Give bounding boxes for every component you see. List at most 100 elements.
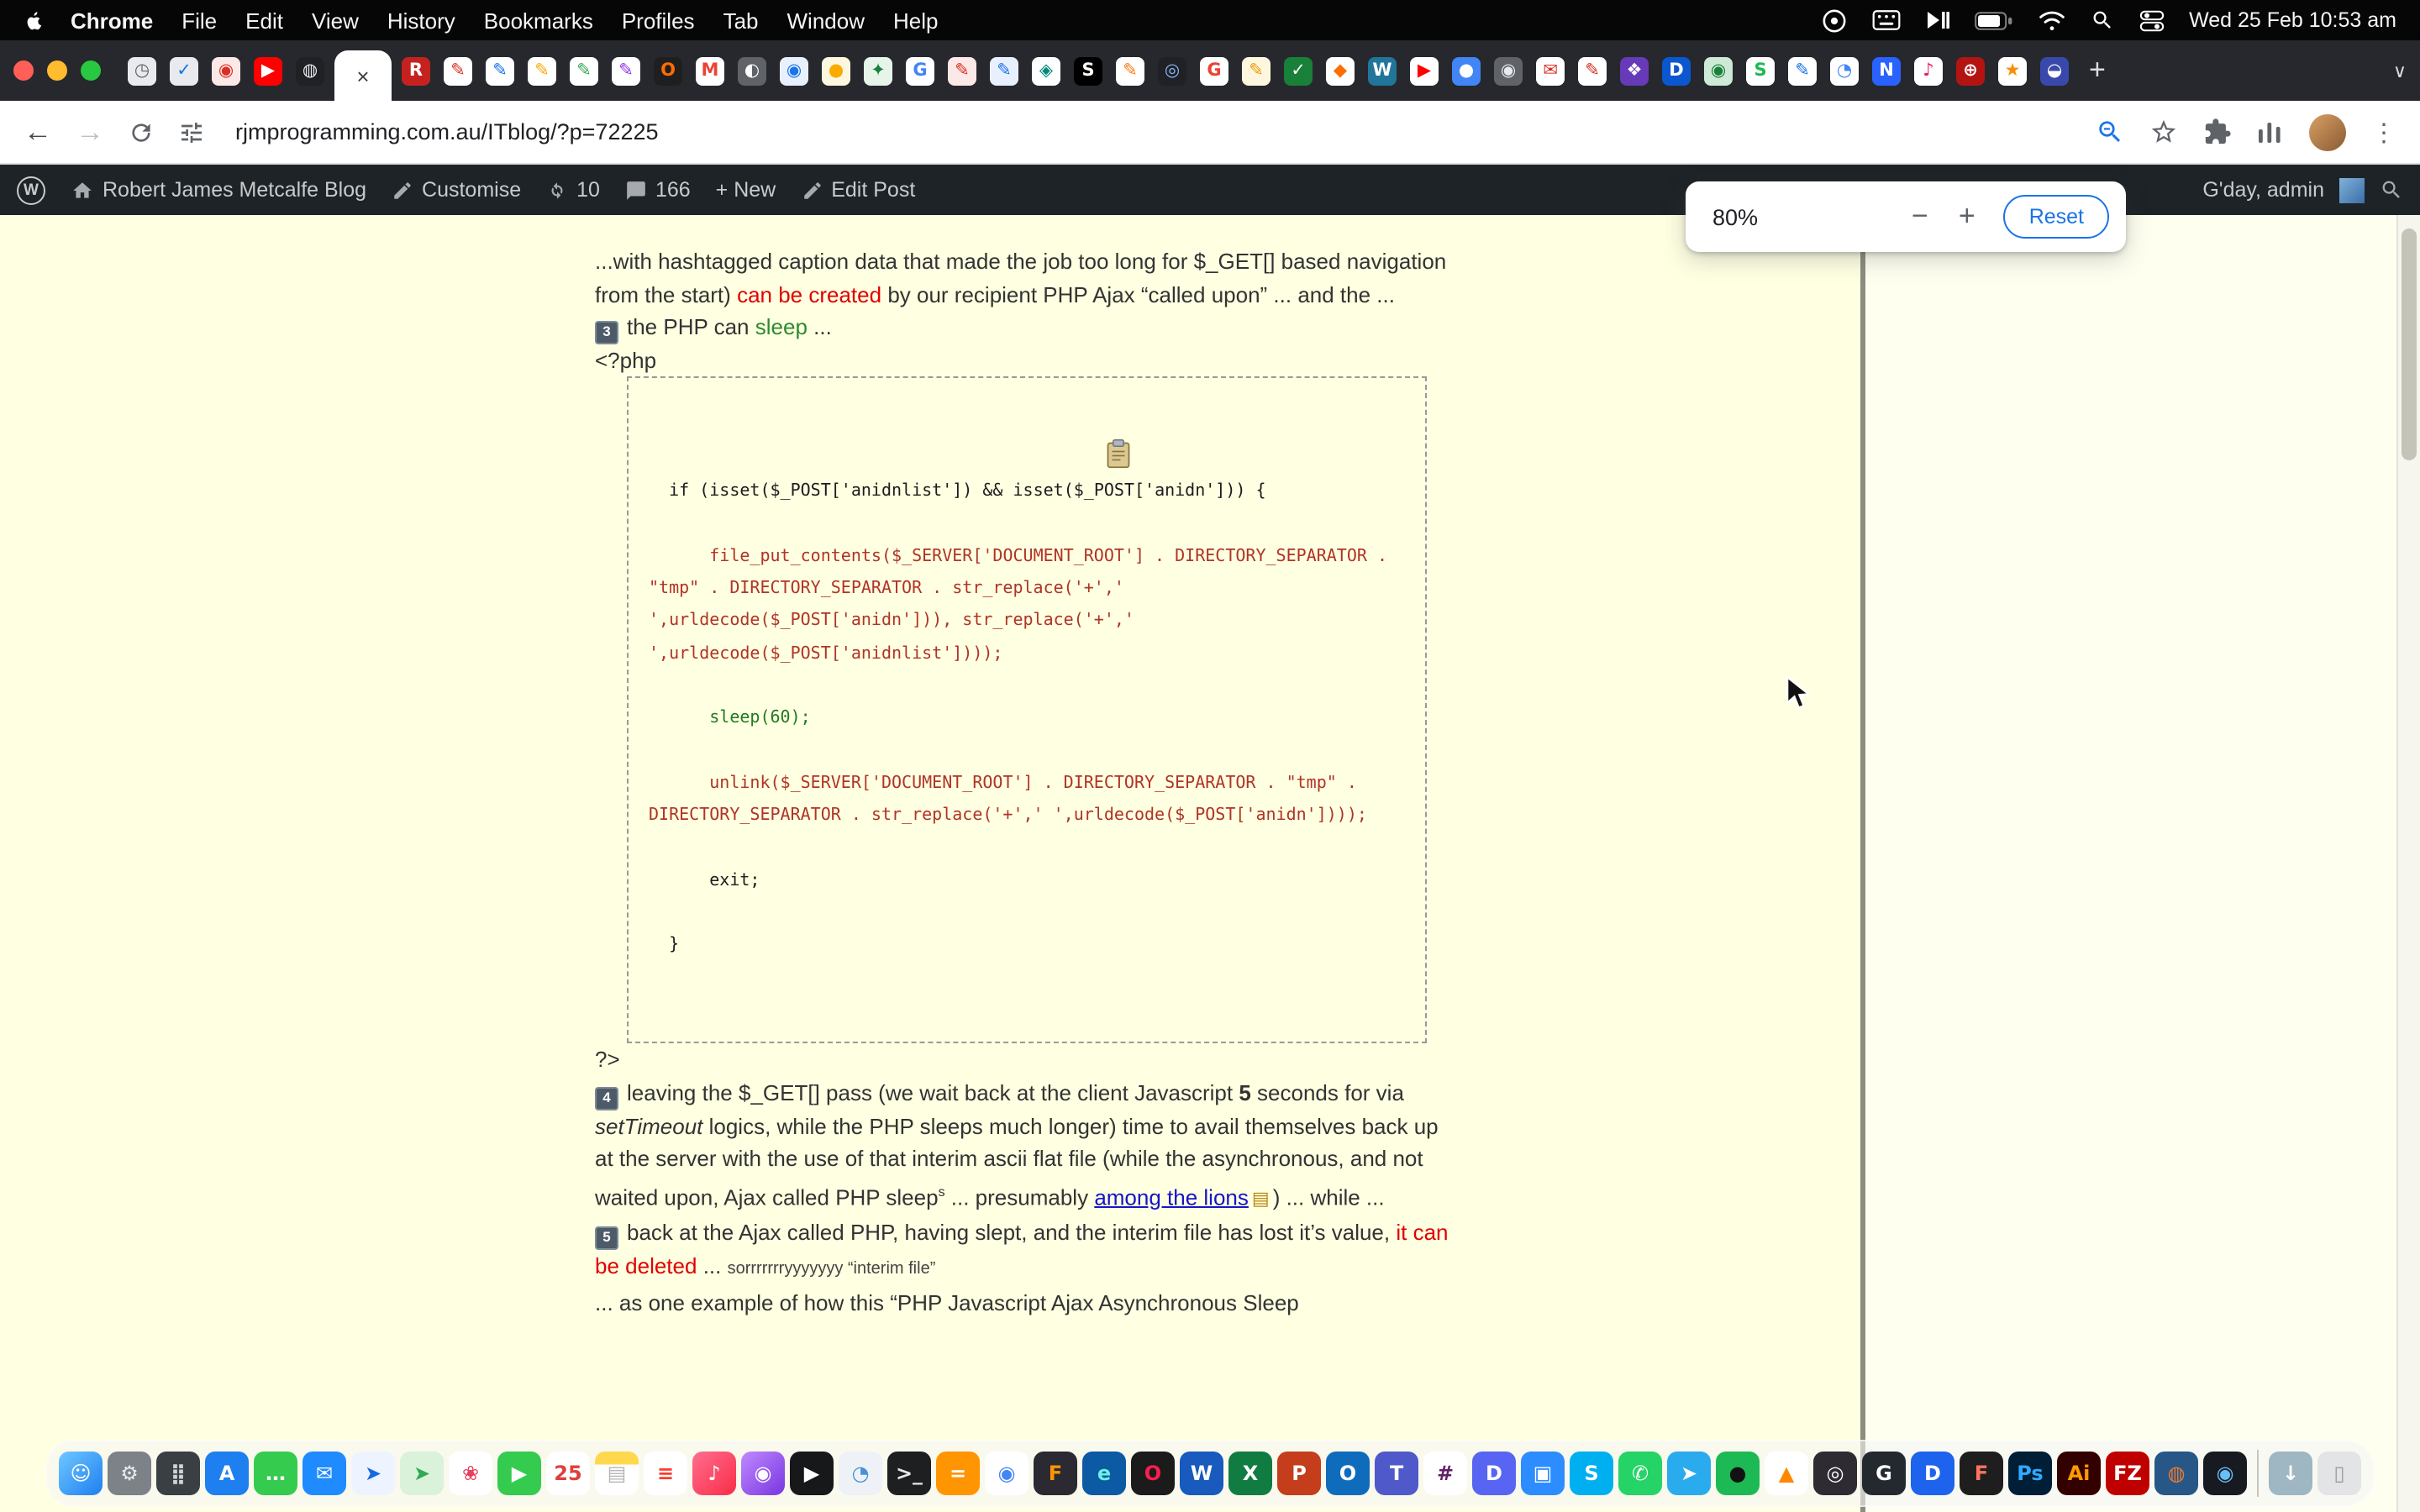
dock-separator[interactable] — [2257, 1450, 2259, 1497]
dock-firefox[interactable]: F — [1034, 1452, 1077, 1495]
minimize-window-button[interactable] — [47, 60, 67, 81]
browser-tab[interactable]: M — [696, 56, 724, 85]
admin-bar-site-name[interactable]: Robert James Metcalfe Blog — [71, 178, 366, 202]
browser-tab[interactable]: ✎ — [1116, 56, 1144, 85]
browser-tab[interactable]: ◆ — [1326, 56, 1355, 85]
browser-tab[interactable]: ◈ — [1032, 56, 1060, 85]
dock-blender[interactable]: ◍ — [2154, 1452, 2198, 1495]
media-controls-icon[interactable] — [2257, 120, 2284, 144]
close-tab-icon[interactable]: × — [356, 63, 369, 88]
back-button[interactable]: ← — [24, 115, 52, 149]
dock-excel[interactable]: X — [1228, 1452, 1272, 1495]
browser-tab[interactable]: S — [1746, 56, 1775, 85]
dock-filezilla[interactable]: FZ — [2106, 1452, 2149, 1495]
bookmark-star-icon[interactable] — [2149, 118, 2178, 146]
browser-tab[interactable]: ✎ — [528, 56, 556, 85]
admin-bar-new[interactable]: + New — [716, 178, 776, 202]
tab-search-chevron-icon[interactable]: ∨ — [2393, 60, 2407, 81]
dock-tv[interactable]: ▶ — [790, 1452, 834, 1495]
close-window-button[interactable] — [13, 60, 34, 81]
fullscreen-window-button[interactable] — [81, 60, 101, 81]
dock-notes[interactable]: ▤ — [595, 1452, 639, 1495]
browser-tab[interactable]: ✉ — [1536, 56, 1565, 85]
dock-whatsapp[interactable]: ✆ — [1618, 1452, 1662, 1495]
browser-tab[interactable]: O — [654, 56, 682, 85]
browser-tab[interactable]: ✎ — [612, 56, 640, 85]
site-settings-tune-icon[interactable] — [178, 118, 205, 145]
admin-bar-updates[interactable]: 10 — [546, 178, 600, 202]
dock-obs[interactable]: ◎ — [1813, 1452, 1857, 1495]
browser-tab[interactable]: ✎ — [1578, 56, 1607, 85]
status-menu-icon[interactable] — [1821, 8, 1846, 33]
browser-tab[interactable]: ◉ — [1494, 56, 1523, 85]
browser-tab[interactable]: ◍ — [296, 56, 324, 85]
browser-tab[interactable]: ● — [1452, 56, 1481, 85]
browser-tab[interactable]: ✎ — [990, 56, 1018, 85]
dock-skype[interactable]: S — [1570, 1452, 1613, 1495]
dock-telegram[interactable]: ➤ — [1667, 1452, 1711, 1495]
dock-downloads[interactable]: ↓ — [2269, 1452, 2312, 1495]
admin-search-icon[interactable] — [2380, 178, 2403, 202]
browser-tab[interactable]: ✎ — [948, 56, 976, 85]
browser-tab[interactable]: ● — [822, 56, 850, 85]
browser-tab[interactable]: ✓ — [170, 56, 198, 85]
browser-tab[interactable]: ◒ — [2040, 56, 2069, 85]
browser-tab[interactable]: R — [402, 56, 430, 85]
browser-tab[interactable]: ◔ — [1830, 56, 1859, 85]
menu-item[interactable]: Window — [787, 8, 865, 33]
menu-item[interactable]: Help — [893, 8, 939, 33]
browser-tab[interactable]: ▶ — [254, 56, 282, 85]
menu-item[interactable]: Tab — [723, 8, 759, 33]
admin-bar-comments[interactable]: 166 — [625, 178, 691, 202]
dock-mail[interactable]: ✉ — [302, 1452, 346, 1495]
dock-outlook[interactable]: O — [1326, 1452, 1370, 1495]
dock-zoom[interactable]: ▣ — [1521, 1452, 1565, 1495]
spotlight-search-icon[interactable] — [2090, 8, 2113, 32]
admin-bar-customise[interactable]: Customise — [392, 178, 521, 202]
browser-tab[interactable]: ⊕ — [1956, 56, 1985, 85]
browser-tab[interactable]: ✎ — [570, 56, 598, 85]
dock-calendar[interactable]: 25 — [546, 1452, 590, 1495]
apple-menu-icon[interactable] — [24, 8, 44, 32]
zoom-reset-button[interactable]: Reset — [2004, 195, 2109, 239]
dock-discord[interactable]: D — [1472, 1452, 1516, 1495]
menu-item[interactable]: File — [182, 8, 217, 33]
new-tab-button[interactable]: + — [2089, 54, 2106, 87]
address-bar[interactable]: rjmprogramming.com.au/ITblog/?p=72225 — [235, 119, 659, 144]
menu-item[interactable]: History — [387, 8, 455, 33]
greeting-label[interactable]: G'day, admin — [2202, 178, 2324, 202]
dock-photoshop[interactable]: Ps — [2008, 1452, 2052, 1495]
dock-vlc[interactable]: ▲ — [1765, 1452, 1808, 1495]
browser-tab[interactable]: ◎ — [1158, 56, 1186, 85]
dock-safari[interactable]: ➤ — [351, 1452, 395, 1495]
browser-tab[interactable]: ✓ — [1284, 56, 1313, 85]
scrollbar-thumb[interactable] — [2402, 228, 2417, 460]
dock-messages[interactable]: … — [254, 1452, 297, 1495]
browser-tab[interactable]: ✎ — [486, 56, 514, 85]
play-pause-icon[interactable] — [1925, 10, 1949, 30]
browser-tab[interactable]: S — [1074, 56, 1102, 85]
browser-tab[interactable]: W — [1368, 56, 1397, 85]
keyboard-input-icon[interactable] — [1871, 10, 1900, 30]
browser-tab[interactable]: ◉ — [1704, 56, 1733, 85]
dock-chrome[interactable]: ◉ — [985, 1452, 1028, 1495]
browser-tab[interactable]: D — [1662, 56, 1691, 85]
menu-item[interactable]: View — [312, 8, 359, 33]
dock-calculator[interactable]: = — [936, 1452, 980, 1495]
dock-podcasts[interactable]: ◉ — [741, 1452, 785, 1495]
dock-powerpoint[interactable]: P — [1277, 1452, 1321, 1495]
browser-tab[interactable]: ★ — [1998, 56, 2027, 85]
dock-illustrator[interactable]: Ai — [2057, 1452, 2101, 1495]
dock-app-store[interactable]: A — [205, 1452, 249, 1495]
dock-spotify[interactable]: ● — [1716, 1452, 1760, 1495]
browser-tab[interactable]: ▶ — [1410, 56, 1439, 85]
dock-preview[interactable]: ◔ — [839, 1452, 882, 1495]
browser-tab[interactable]: ❖ — [1620, 56, 1649, 85]
dock-teams[interactable]: T — [1375, 1452, 1418, 1495]
dock-word[interactable]: W — [1180, 1452, 1223, 1495]
dock-github[interactable]: G — [1862, 1452, 1906, 1495]
zoom-icon[interactable] — [2096, 118, 2124, 146]
dock-terminal[interactable]: >_ — [887, 1452, 931, 1495]
dock-music[interactable]: ♪ — [692, 1452, 736, 1495]
browser-tab[interactable]: ◐ — [738, 56, 766, 85]
